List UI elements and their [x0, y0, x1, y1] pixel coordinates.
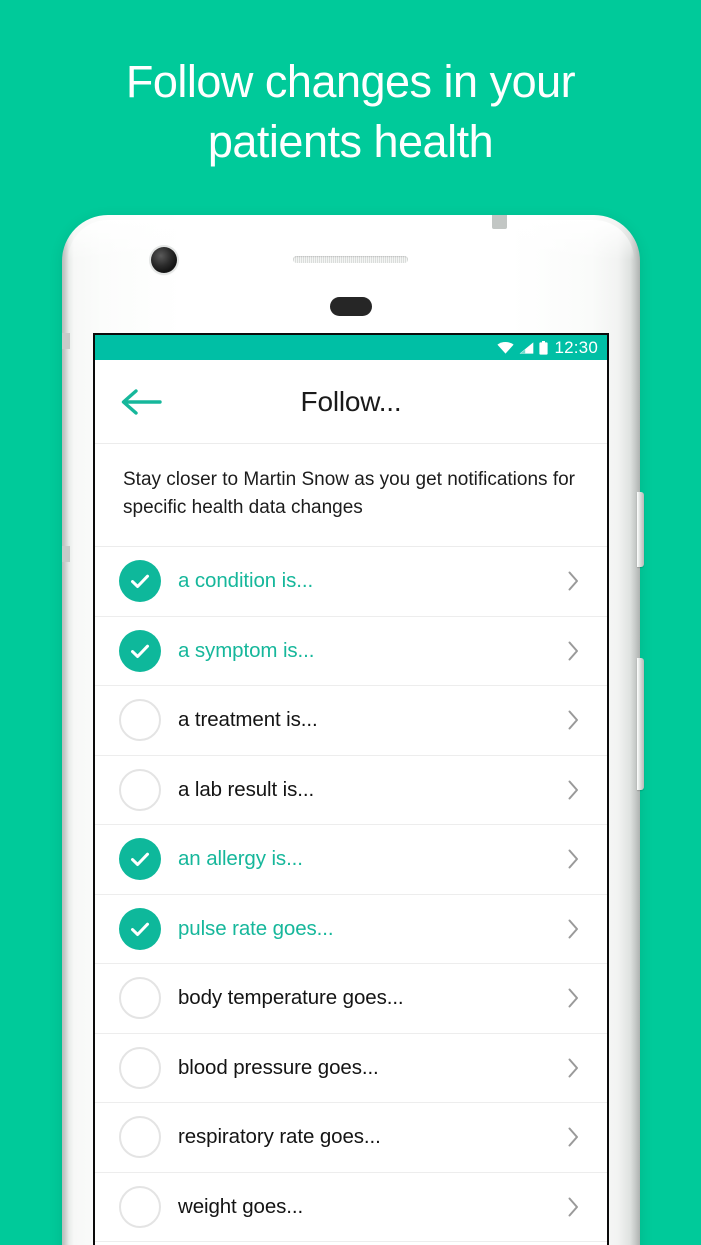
promo-headline-line-1: Follow changes in your — [125, 56, 576, 107]
power-button[interactable] — [637, 492, 644, 567]
chevron-right-icon — [561, 986, 585, 1010]
list-item-label: pulse rate goes... — [178, 916, 334, 940]
chevron-right-icon — [561, 917, 585, 941]
list-item-label: blood pressure goes... — [178, 1055, 379, 1079]
circle-outline-icon[interactable] — [119, 768, 161, 811]
earpiece-speaker-icon — [293, 256, 408, 263]
chevron-right-icon — [561, 1125, 585, 1149]
battery-icon — [539, 340, 549, 355]
promo-headline-line-2: patients health — [207, 116, 494, 167]
signal-icon — [519, 341, 534, 354]
check-icon[interactable] — [119, 838, 161, 881]
page-title: Follow... — [300, 385, 402, 417]
circle-outline-icon[interactable] — [119, 1116, 161, 1159]
chevron-right-icon — [561, 569, 585, 593]
circle-outline-icon[interactable] — [119, 1185, 161, 1228]
list-item[interactable]: a symptom is... — [95, 616, 607, 686]
circle-outline-icon[interactable] — [119, 699, 161, 742]
phone-screen: 12:30 Follow... Stay closer to Martin Sn… — [93, 333, 609, 1245]
list-item-label: a lab result is... — [178, 777, 315, 801]
promo-headline: Follow changes in your patients health — [0, 52, 701, 172]
frame-left-notch-top — [62, 333, 70, 349]
circle-outline-icon[interactable] — [119, 1046, 161, 1089]
volume-rocker[interactable] — [637, 658, 644, 790]
chevron-right-icon — [561, 708, 585, 732]
follow-options-list: a condition is... a symptom is... a trea… — [95, 547, 607, 1242]
list-item[interactable]: pulse rate goes... — [95, 894, 607, 964]
front-camera-icon — [151, 247, 177, 273]
check-icon[interactable] — [119, 629, 161, 672]
status-bar-icons — [497, 340, 549, 355]
wifi-icon — [497, 341, 515, 354]
frame-left-notch-bottom — [62, 546, 70, 562]
list-item-label: a symptom is... — [178, 638, 315, 662]
chevron-right-icon — [561, 1195, 585, 1219]
list-item-label: a condition is... — [178, 569, 314, 593]
status-bar-clock: 12:30 — [554, 338, 598, 357]
description-text: Stay closer to Martin Snow as you get no… — [95, 444, 607, 547]
chevron-right-icon — [561, 778, 585, 802]
frame-antenna-nub — [492, 215, 507, 229]
app-viewport: 12:30 Follow... Stay closer to Martin Sn… — [95, 335, 607, 1245]
list-item[interactable]: a treatment is... — [95, 686, 607, 756]
check-icon[interactable] — [119, 907, 161, 950]
check-icon[interactable] — [119, 560, 161, 603]
chevron-right-icon — [561, 639, 585, 663]
list-item-label: body temperature goes... — [178, 986, 404, 1010]
status-bar: 12:30 — [95, 335, 607, 360]
list-item-label: an allergy is... — [178, 847, 303, 871]
chevron-right-icon — [561, 1056, 585, 1080]
back-button[interactable] — [118, 382, 164, 422]
circle-outline-icon[interactable] — [119, 977, 161, 1020]
list-item[interactable]: an allergy is... — [95, 825, 607, 895]
list-item[interactable]: a condition is... — [95, 547, 607, 617]
app-bar: Follow... — [95, 360, 607, 444]
list-item[interactable]: weight goes... — [95, 1172, 607, 1242]
list-item-label: weight goes... — [178, 1194, 304, 1218]
list-item[interactable]: body temperature goes... — [95, 964, 607, 1034]
list-item[interactable]: respiratory rate goes... — [95, 1103, 607, 1173]
list-item-label: a treatment is... — [178, 708, 318, 732]
list-item[interactable]: a lab result is... — [95, 755, 607, 825]
proximity-sensor-icon — [330, 297, 372, 316]
chevron-right-icon — [561, 847, 585, 871]
list-item[interactable]: blood pressure goes... — [95, 1033, 607, 1103]
list-item-label: respiratory rate goes... — [178, 1125, 381, 1149]
back-arrow-icon — [119, 386, 163, 418]
